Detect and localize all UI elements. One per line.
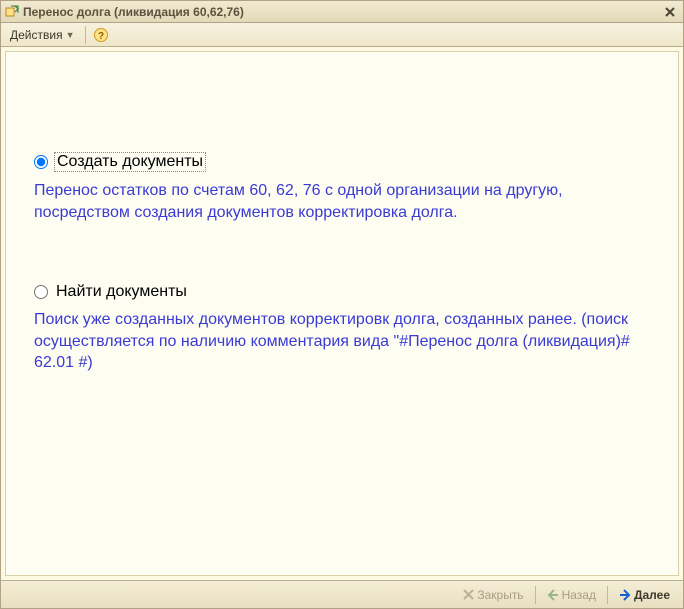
radio-create[interactable] [34, 155, 48, 169]
next-button[interactable]: Далее [612, 584, 677, 606]
svg-text:?: ? [97, 31, 103, 42]
option-find-label: Найти документы [54, 283, 189, 301]
option-find-desc: Поиск уже созданных документов корректир… [34, 309, 634, 374]
dialog-window: Перенос долга (ликвидация 60,62,76) Дейс… [0, 0, 684, 609]
window-title: Перенос долга (ликвидация 60,62,76) [23, 5, 657, 19]
app-icon [5, 5, 19, 19]
close-icon[interactable] [661, 4, 679, 20]
option-create: Создать документы Перенос остатков по сч… [34, 152, 650, 223]
next-label: Далее [634, 588, 670, 602]
content-pane: Создать документы Перенос остатков по сч… [5, 51, 679, 576]
back-label: Назад [562, 588, 596, 602]
footer-separator-2 [607, 586, 608, 604]
arrow-right-icon [619, 589, 631, 601]
back-button[interactable]: Назад [540, 584, 603, 606]
close-button[interactable]: Закрыть [456, 584, 530, 606]
close-x-icon [463, 589, 474, 600]
toolbar-separator [85, 26, 86, 44]
option-create-label: Создать документы [54, 152, 206, 172]
option-create-head[interactable]: Создать документы [34, 152, 650, 172]
option-find: Найти документы Поиск уже созданных доку… [34, 283, 650, 374]
footer-separator-1 [535, 586, 536, 604]
close-label: Закрыть [477, 588, 523, 602]
toolbar: Действия ▼ ? [1, 23, 683, 47]
footer: Закрыть Назад Далее [1, 580, 683, 608]
help-button[interactable]: ? [91, 25, 111, 45]
actions-label: Действия [10, 28, 63, 42]
option-find-head[interactable]: Найти документы [34, 283, 650, 301]
option-create-desc: Перенос остатков по счетам 60, 62, 76 с … [34, 180, 634, 223]
radio-find[interactable] [34, 285, 48, 299]
title-bar: Перенос долга (ликвидация 60,62,76) [1, 1, 683, 23]
actions-menu[interactable]: Действия ▼ [5, 25, 80, 45]
arrow-left-icon [547, 589, 559, 601]
chevron-down-icon: ▼ [66, 30, 75, 40]
